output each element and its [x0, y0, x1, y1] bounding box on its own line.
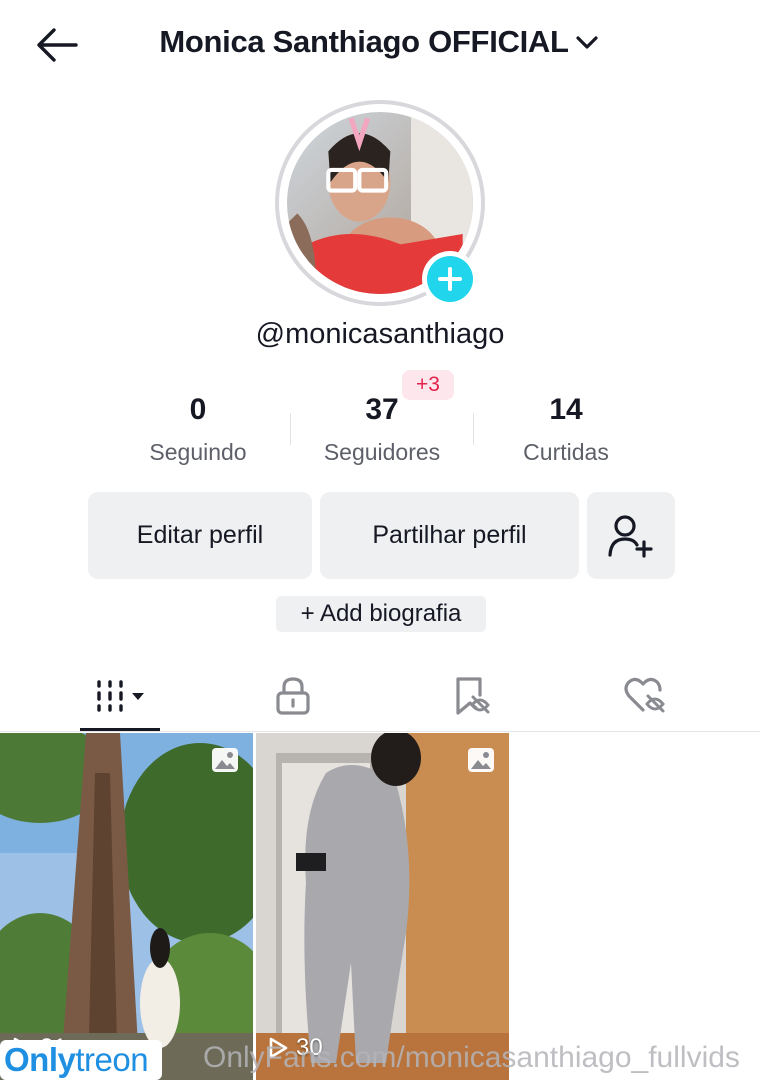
divider — [473, 413, 474, 445]
add-avatar-button[interactable] — [422, 251, 478, 307]
photo-icon — [468, 748, 494, 772]
plus-icon — [438, 267, 462, 291]
top-bar: Monica Santhiago OFFICIAL — [0, 0, 760, 90]
stat-following[interactable]: 0 Seguindo — [108, 385, 288, 466]
photo-icon — [212, 748, 238, 772]
stat-following-label: Seguindo — [149, 439, 247, 465]
stat-followers-value: 37 — [365, 393, 399, 426]
stat-followers-label: Seguidores — [323, 439, 441, 465]
tab-videos[interactable] — [30, 660, 210, 732]
video-grid: 31 30 — [0, 733, 760, 1080]
lock-icon — [276, 677, 310, 715]
account-switcher[interactable]: Monica Santhiago OFFICIAL — [0, 24, 760, 60]
tab-favorites[interactable] — [382, 660, 562, 732]
video-tile[interactable]: 31 — [0, 733, 253, 1080]
watermark-url: OnlyFans.com/monicasanthiago_fullvids — [203, 1041, 740, 1074]
tab-liked[interactable] — [556, 660, 736, 732]
share-profile-button[interactable]: Partilhar perfil — [320, 492, 579, 579]
stat-likes-label: Curtidas — [523, 439, 609, 465]
stat-likes[interactable]: 14 Curtidas — [476, 385, 656, 466]
grid-videos-icon — [97, 680, 144, 712]
video-tile[interactable]: 30 — [256, 733, 509, 1080]
video-thumbnail — [256, 733, 509, 1080]
content-tabs — [0, 660, 760, 732]
stats-row: 0 Seguindo 37 Seguidores 14 Curtidas — [108, 385, 656, 475]
edit-profile-button[interactable]: Editar perfil — [88, 492, 312, 579]
video-thumbnail — [0, 733, 253, 1080]
stat-followers[interactable]: 37 Seguidores — [292, 385, 472, 466]
tab-private[interactable] — [203, 660, 383, 732]
username: @monicasanthiago — [255, 318, 505, 350]
chevron-down-icon — [573, 29, 601, 57]
add-bio-button[interactable]: + Add biografia — [276, 596, 486, 632]
watermark-logo: Only treon — [0, 1040, 162, 1080]
stat-following-value: 0 — [189, 393, 207, 426]
add-user-icon — [608, 514, 653, 558]
divider — [290, 413, 291, 445]
heart-hidden-icon — [624, 677, 665, 713]
page-title: Monica Santhiago OFFICIAL — [159, 24, 569, 59]
add-friends-button[interactable] — [587, 492, 675, 579]
active-tab-indicator — [80, 728, 160, 731]
bookmark-hidden-icon — [456, 677, 490, 715]
stat-likes-value: 14 — [549, 393, 583, 426]
